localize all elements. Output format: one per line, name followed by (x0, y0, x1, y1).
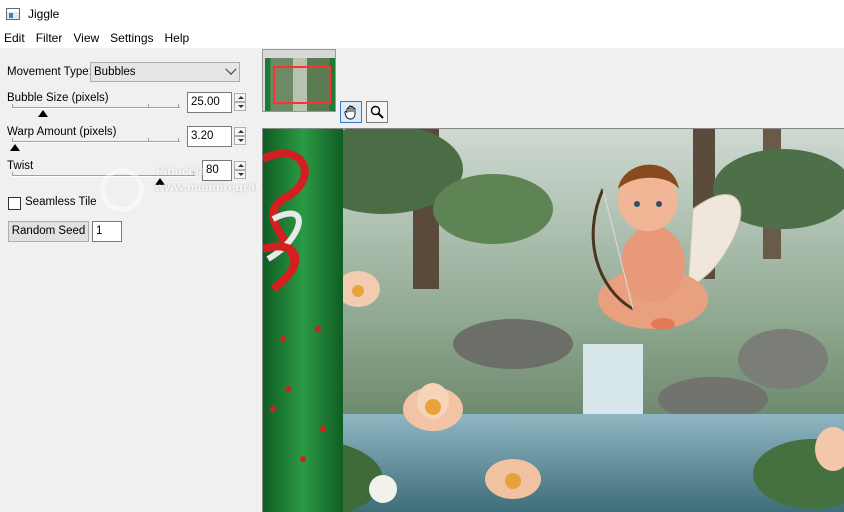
slider-tick (12, 172, 13, 176)
twist-thumb[interactable] (155, 178, 165, 185)
menu-help[interactable]: Help (160, 31, 196, 45)
menu-filter[interactable]: Filter (31, 31, 69, 45)
slider-tick (178, 138, 179, 142)
slider-tick (178, 104, 179, 108)
red-confetti (320, 426, 326, 432)
movement-type-select[interactable]: Bubbles (90, 62, 240, 82)
red-confetti (280, 336, 286, 342)
movement-type-label: Movement Type: (7, 66, 92, 78)
rock (453, 319, 573, 369)
menu-bar: Edit Filter View Settings Help (0, 28, 844, 48)
seamless-tile-label: Seamless Tile (25, 196, 97, 208)
menu-edit[interactable]: Edit (0, 31, 31, 45)
slider-tick (148, 138, 149, 142)
bubble-size-input[interactable]: 25.00 (187, 92, 232, 113)
red-confetti (315, 326, 321, 332)
movement-type-value: Bubbles (94, 66, 136, 78)
twist-input[interactable]: 80 (202, 160, 232, 181)
bubble-size-slider[interactable] (12, 107, 180, 109)
white-flower (369, 475, 397, 503)
red-confetti (270, 406, 276, 412)
thumbnail-image (265, 58, 335, 111)
title-bar: Jiggle (0, 0, 844, 28)
window-icon (6, 8, 20, 20)
navigator-thumbnail[interactable] (262, 49, 336, 112)
preview-image (263, 129, 844, 512)
zoom-tool-button[interactable] (366, 101, 388, 123)
spin-down-icon[interactable] (234, 136, 246, 145)
menu-view[interactable]: View (68, 31, 105, 45)
controls-panel: Movement Type: Bubbles Bubble Size (pixe… (0, 48, 295, 512)
warp-amount-label: Warp Amount (pixels) (7, 126, 117, 138)
spin-up-icon[interactable] (234, 127, 246, 136)
warp-amount-slider[interactable] (12, 141, 180, 143)
chevron-down-icon (225, 63, 237, 75)
spin-down-icon[interactable] (234, 102, 246, 111)
tree-canopy (433, 174, 553, 244)
waterfall (583, 344, 643, 424)
random-seed-input[interactable]: 1 (92, 221, 122, 242)
viewport-rectangle[interactable] (273, 66, 331, 104)
slider-tick (12, 104, 13, 108)
spin-up-icon[interactable] (234, 161, 246, 170)
rock (738, 329, 828, 389)
hand-icon (344, 105, 356, 120)
spin-up-icon[interactable] (234, 93, 246, 102)
slider-tick (148, 104, 149, 108)
twist-slider[interactable] (12, 175, 195, 177)
hand-tool-button[interactable] (340, 101, 362, 123)
twist-spinner[interactable] (234, 161, 246, 180)
red-confetti (300, 456, 306, 462)
slider-tick (12, 138, 13, 142)
window-title: Jiggle (28, 7, 60, 21)
bubble-size-thumb[interactable] (38, 110, 48, 117)
twist-label: Twist (7, 160, 34, 172)
lotus-flower (485, 459, 541, 499)
warp-amount-thumb[interactable] (10, 144, 20, 151)
bubble-size-label: Bubble Size (pixels) (7, 92, 109, 104)
seamless-tile-checkbox[interactable] (8, 197, 21, 210)
random-seed-button[interactable]: Random Seed (8, 221, 89, 242)
warp-amount-spinner[interactable] (234, 127, 246, 146)
bubble-size-spinner[interactable] (234, 93, 246, 112)
menu-settings[interactable]: Settings (105, 31, 159, 45)
red-confetti (285, 386, 291, 392)
preview-canvas[interactable] (262, 128, 844, 512)
warp-amount-input[interactable]: 3.20 (187, 126, 232, 147)
slider-tick (193, 172, 194, 176)
spin-down-icon[interactable] (234, 170, 246, 179)
magnifier-icon (370, 105, 384, 119)
